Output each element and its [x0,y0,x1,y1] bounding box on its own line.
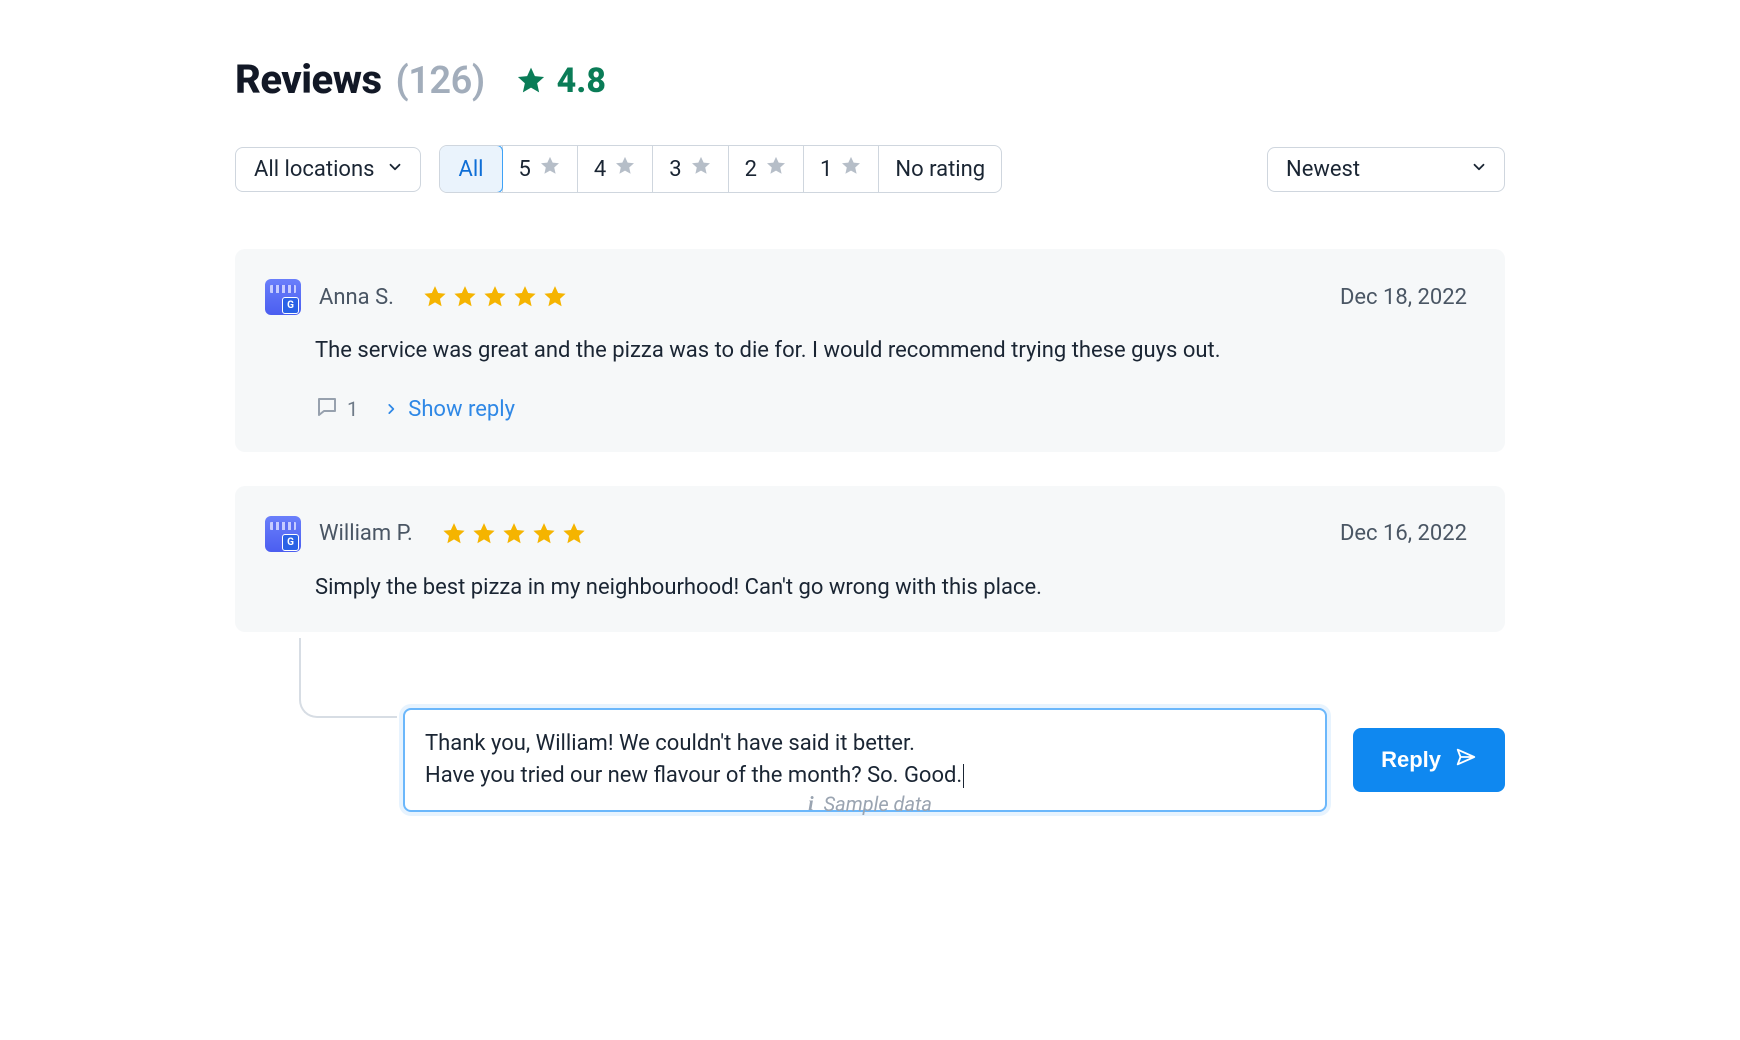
reply-count-value: 1 [347,397,358,421]
star-icon [471,521,497,547]
review-header: William P. Dec 16, 2022 [265,516,1467,552]
star-icon [840,155,862,183]
reply-button-label: Reply [1381,747,1441,773]
reviews-list: Anna S. Dec 18, 2022 The service was gre… [235,249,1505,812]
chevron-down-icon [386,157,404,182]
google-source-icon [265,516,301,552]
rating-filter-5[interactable]: 5 [502,146,577,192]
rating-filter-2[interactable]: 2 [728,146,803,192]
reply-count: 1 [315,395,358,424]
review-count: (126) [395,59,484,103]
review-text: The service was great and the pizza was … [265,335,1467,367]
reply-thread: Thank you, William! We couldn't have sai… [291,666,1505,812]
review-author: Anna S. [319,285,394,310]
location-filter-dropdown[interactable]: All locations [235,147,421,192]
star-icon [539,155,561,183]
review-stars [422,284,568,310]
reply-button[interactable]: Reply [1353,728,1505,792]
show-reply-toggle[interactable]: Show reply [384,397,515,422]
comment-icon [315,395,339,424]
sample-data-note: i Sample data [165,792,1575,816]
star-icon [441,521,467,547]
reply-text: Thank you, William! We couldn't have sai… [425,731,962,788]
rating-filter-4[interactable]: 4 [577,146,652,192]
star-icon [515,65,547,97]
review-date: Dec 18, 2022 [1340,285,1467,310]
text-caret [963,764,964,788]
review-date: Dec 16, 2022 [1340,521,1467,546]
star-icon [542,284,568,310]
review-card: Anna S. Dec 18, 2022 The service was gre… [235,249,1505,452]
page-title: Reviews [235,56,381,103]
star-icon [561,521,587,547]
star-icon [765,155,787,183]
rating-filter-none[interactable]: No rating [878,146,1001,192]
star-icon [512,284,538,310]
filters-row: All locations All 5 4 3 2 [235,145,1505,193]
send-icon [1455,746,1477,774]
average-rating: 4.8 [515,61,606,101]
star-icon [690,155,712,183]
sample-data-label: Sample data [824,792,932,816]
chevron-down-icon [1470,157,1488,182]
average-rating-value: 4.8 [557,61,606,101]
rating-filter-1[interactable]: 1 [803,146,878,192]
star-icon [614,155,636,183]
sort-dropdown[interactable]: Newest [1267,147,1505,192]
location-filter-label: All locations [254,157,374,182]
sort-label: Newest [1286,157,1360,182]
rating-filter-all[interactable]: All [439,145,502,193]
review-card: William P. Dec 16, 2022 Simply the best … [235,486,1505,632]
rating-filter-group: All 5 4 3 2 1 No rating [439,145,1002,193]
chevron-right-icon [384,397,398,422]
review-header: Anna S. Dec 18, 2022 [265,279,1467,315]
star-icon [452,284,478,310]
review-text: Simply the best pizza in my neighbourhoo… [265,572,1467,604]
star-icon [482,284,508,310]
review-author: William P. [319,521,413,546]
star-icon [501,521,527,547]
review-actions: 1 Show reply [265,395,1467,424]
show-reply-label: Show reply [408,397,515,422]
review-stars [441,521,587,547]
info-icon: i [808,793,814,816]
google-source-icon [265,279,301,315]
rating-filter-3[interactable]: 3 [652,146,727,192]
star-icon [422,284,448,310]
page-header: Reviews (126) 4.8 [235,56,1505,103]
star-icon [531,521,557,547]
